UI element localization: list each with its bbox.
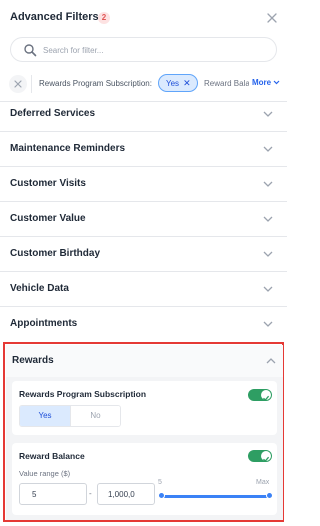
subscription-card: Rewards Program Subscription Yes No [12,381,277,435]
section-title: Deferred Services [10,108,96,119]
section-title: Appointments [10,318,78,329]
section-title: Customer Birthday [10,248,101,259]
check-icon [263,456,270,462]
slider-max-label: Max [256,479,270,486]
section-customer-birthday[interactable]: Customer Birthday [0,237,287,272]
range-slider-max-thumb[interactable] [266,492,273,499]
search-icon [23,43,37,57]
more-label: More [252,78,272,87]
filters-header: Advanced Filters 2 [0,0,287,36]
more-filters-button[interactable]: More [250,78,281,87]
chevron-down-icon [263,181,273,187]
close-icon [14,80,22,88]
page-title: Advanced Filters [10,11,99,23]
range-separator: - [89,489,92,498]
section-title: Rewards [12,355,54,366]
section-maintenance-reminders[interactable]: Maintenance Reminders [0,132,287,167]
subscription-segmented-control: Yes No [19,405,121,427]
section-customer-value[interactable]: Customer Value [0,202,287,237]
min-value-input[interactable] [19,483,87,505]
reward-balance-label: Reward Balance [19,451,85,461]
chevron-down-icon [273,80,280,85]
reward-balance-toggle[interactable] [248,450,272,462]
range-slider-min-thumb[interactable] [158,492,165,499]
search-box [10,37,277,62]
section-title: Customer Value [10,213,86,224]
chevron-down-icon [263,111,273,117]
search-input[interactable] [43,42,263,58]
clear-filters-button[interactable] [9,75,27,93]
reward-balance-card: Reward Balance Value range ($) - 5 Max [12,443,277,515]
section-deferred-services[interactable]: Deferred Services [0,97,287,132]
range-slider-track[interactable] [161,495,271,498]
max-value-input[interactable] [97,483,155,505]
chevron-down-icon [263,321,273,327]
chevron-down-icon [263,251,273,257]
remove-chip-icon[interactable]: ✕ [183,78,191,88]
value-range-label: Value range ($) [19,469,71,478]
subscription-label: Rewards Program Subscription [19,389,147,399]
chevron-down-icon [263,216,273,222]
toggle-knob [261,451,271,462]
option-no[interactable]: No [70,406,120,426]
section-title: Maintenance Reminders [10,143,126,154]
active-filter-label-next: Reward Bala [204,79,249,88]
active-filter-chip[interactable]: Yes ✕ [158,74,198,92]
divider [31,75,32,93]
section-rewards-header[interactable]: Rewards [6,345,283,377]
section-vehicle-data[interactable]: Vehicle Data [0,272,287,307]
check-icon [263,395,270,401]
rewards-body: Rewards Program Subscription Yes No Rewa… [6,377,283,520]
chevron-down-icon [263,286,273,292]
close-icon[interactable] [266,11,278,23]
chevron-down-icon [263,146,273,152]
active-filter-label: Rewards Program Subscription: [39,79,152,88]
subscription-toggle[interactable] [248,389,272,401]
section-title: Vehicle Data [10,283,69,294]
toggle-knob [261,390,271,401]
section-title: Customer Visits [10,178,86,189]
chevron-up-icon [266,358,276,364]
slider-min-label: 5 [158,479,162,486]
section-rewards: Rewards Rewards Program Subscription Yes… [3,342,284,522]
active-filter-value: Yes [166,79,180,88]
section-customer-visits[interactable]: Customer Visits [0,167,287,202]
filter-count-badge: 2 [98,12,110,24]
option-yes[interactable]: Yes [20,406,70,426]
section-appointments[interactable]: Appointments [0,307,287,342]
